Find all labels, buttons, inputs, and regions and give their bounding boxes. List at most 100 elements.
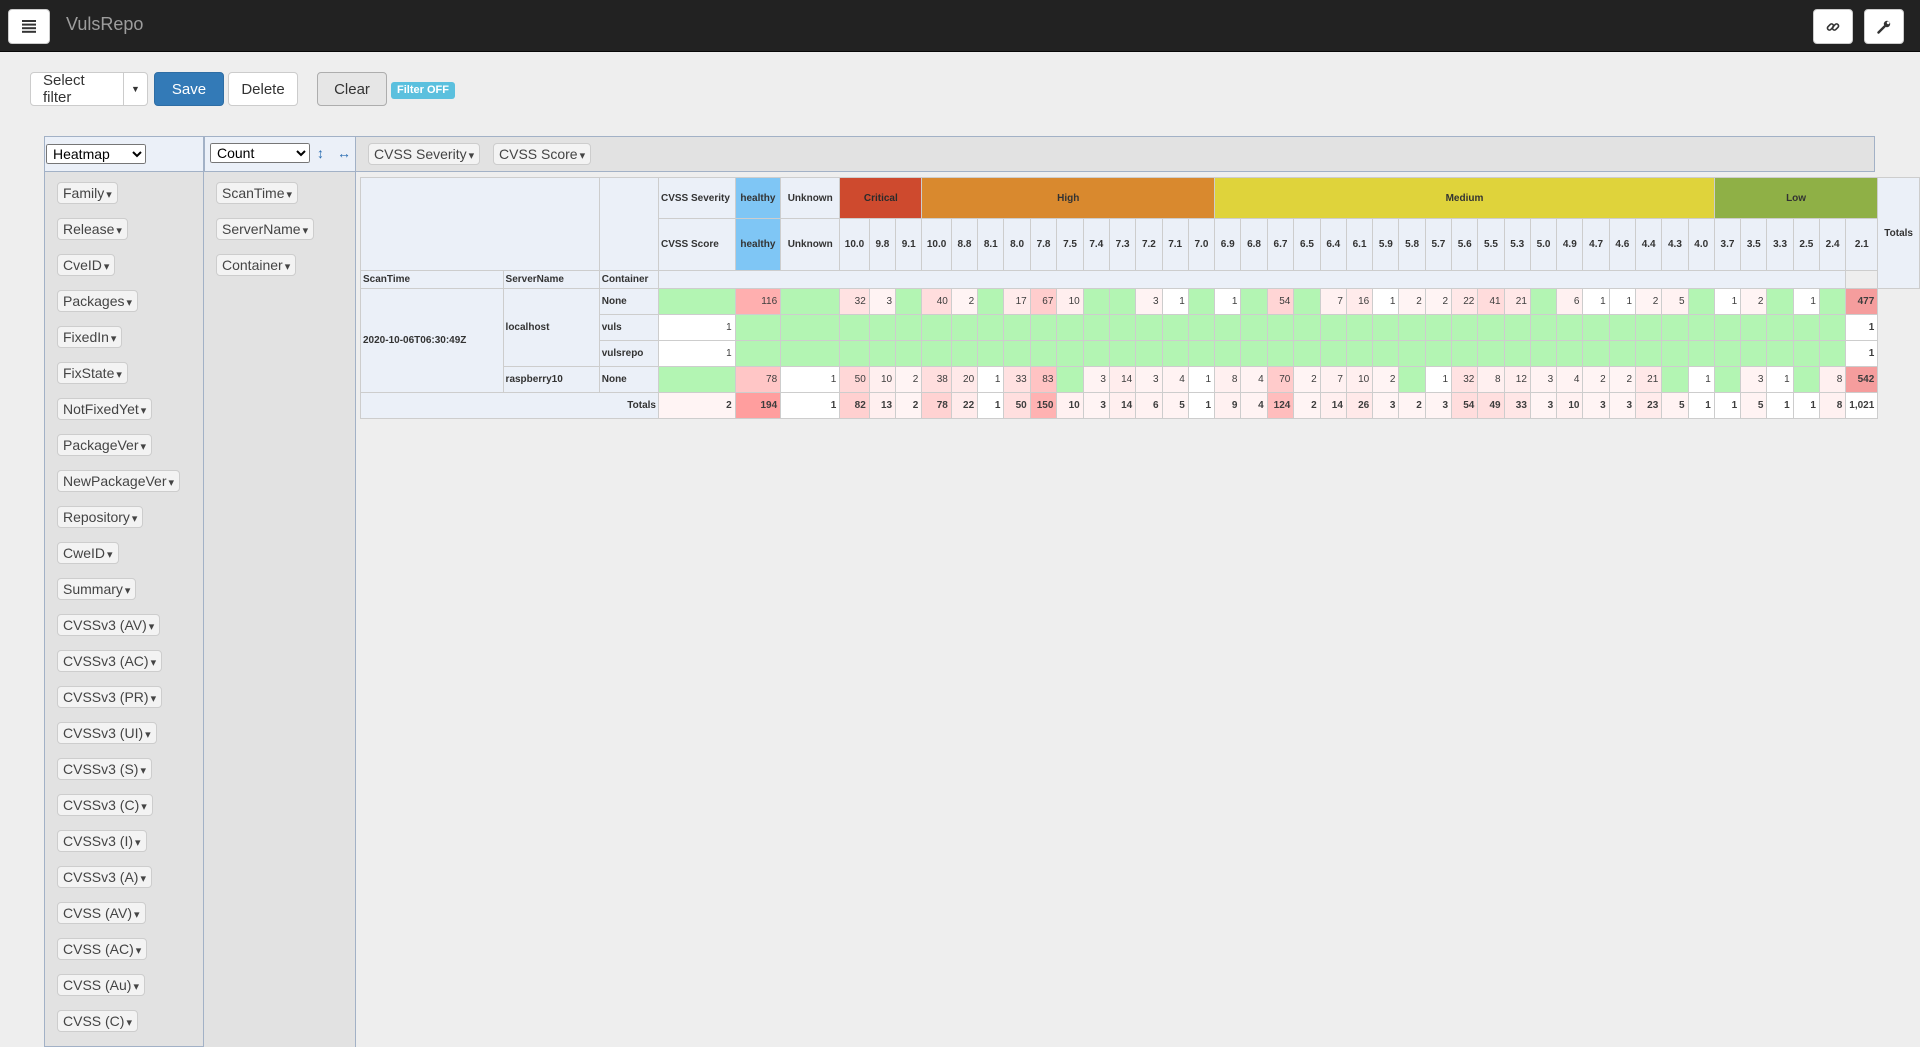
table-cell[interactable] [839,314,870,341]
triangle-down-icon[interactable]: ▾ [106,189,112,201]
table-cell[interactable] [1740,314,1768,341]
col-total-cell[interactable]: 150 [1029,392,1058,419]
attr-cvss-c[interactable]: CVSS (C) ▾ [57,1010,138,1032]
select-filter-button[interactable]: Select filter [30,72,124,106]
table-cell[interactable] [1293,314,1321,341]
col-total-cell[interactable]: 1 [1687,392,1715,419]
table-cell[interactable]: 20 [950,366,979,393]
row-total-cell[interactable]: 477 [1845,288,1879,315]
triangle-down-icon[interactable]: ▾ [580,150,586,162]
menu-button[interactable] [8,9,50,44]
table-cell[interactable] [895,314,923,341]
table-cell[interactable] [1240,314,1268,341]
table-cell[interactable]: 83 [1029,366,1058,393]
table-cell[interactable]: 3 [1082,366,1110,393]
table-cell[interactable]: 17 [1003,288,1031,315]
col-total-cell[interactable]: 1 [1187,392,1216,419]
triangle-down-icon[interactable]: ▾ [111,333,117,345]
grand-total-cell[interactable]: 1,021 [1845,392,1879,419]
table-cell[interactable]: 16 [1345,288,1374,315]
table-cell[interactable]: 2 [1740,288,1768,315]
attr-cvssv3-c[interactable]: CVSSv3 (C) ▾ [57,794,153,816]
attr-servername[interactable]: ServerName ▾ [216,218,315,240]
table-cell[interactable] [868,340,897,367]
table-cell[interactable]: 38 [921,366,952,393]
table-cell[interactable] [1818,340,1847,367]
table-cell[interactable]: 12 [1503,366,1531,393]
col-total-cell[interactable]: 1 [1766,392,1794,419]
table-cell[interactable] [734,314,782,341]
table-cell[interactable]: 1 [1187,366,1216,393]
table-cell[interactable] [1056,366,1084,393]
table-cell[interactable]: 22 [1451,288,1479,315]
table-cell[interactable]: 8 [1818,366,1847,393]
triangle-down-icon[interactable]: ▾ [135,837,141,849]
table-cell[interactable] [1451,340,1479,367]
table-cell[interactable]: 78 [734,366,782,393]
table-cell[interactable] [1608,340,1637,367]
table-cell[interactable]: 1 [658,340,736,367]
table-cell[interactable]: 10 [868,366,897,393]
table-cell[interactable]: 2 [1608,366,1637,393]
table-cell[interactable]: 5 [1661,288,1689,315]
attr-cvssv3-a[interactable]: CVSSv3 (A) ▾ [57,866,152,888]
table-cell[interactable] [950,340,979,367]
col-total-cell[interactable]: 5 [1661,392,1689,419]
table-cell[interactable] [1818,288,1847,315]
table-cell[interactable]: 10 [1345,366,1374,393]
table-cell[interactable] [1135,314,1163,341]
settings-button[interactable] [1864,9,1904,44]
table-cell[interactable]: 1 [1161,288,1189,315]
triangle-down-icon[interactable]: ▾ [126,1017,132,1029]
table-cell[interactable]: 1 [1608,288,1637,315]
table-cell[interactable]: 1 [1766,366,1794,393]
triangle-down-icon[interactable]: ▾ [134,909,140,921]
attr-newpackagever[interactable]: NewPackageVer ▾ [57,470,181,492]
triangle-down-icon[interactable]: ▾ [125,585,131,597]
attr-packagever[interactable]: PackageVer ▾ [57,434,153,456]
table-cell[interactable] [1108,288,1137,315]
table-cell[interactable] [1187,340,1216,367]
table-cell[interactable]: 4 [1240,366,1268,393]
table-cell[interactable] [1635,340,1663,367]
col-total-cell[interactable]: 5 [1161,392,1189,419]
table-cell[interactable]: 54 [1266,288,1295,315]
table-cell[interactable]: 8 [1477,366,1505,393]
save-button[interactable]: Save [154,72,224,106]
col-total-cell[interactable]: 82 [839,392,870,419]
attr-fixstate[interactable]: FixState ▾ [57,362,128,384]
col-total-cell[interactable]: 194 [734,392,782,419]
table-cell[interactable] [1029,314,1058,341]
table-cell[interactable]: 41 [1477,288,1505,315]
table-cell[interactable] [1477,314,1505,341]
table-cell[interactable] [1187,288,1216,315]
table-cell[interactable]: 67 [1029,288,1058,315]
table-cell[interactable]: 14 [1108,366,1137,393]
col-total-cell[interactable]: 6 [1135,392,1163,419]
row-total-cell[interactable]: 542 [1845,366,1879,393]
table-cell[interactable] [977,340,1005,367]
table-cell[interactable] [780,288,841,315]
table-cell[interactable] [1108,340,1137,367]
attr-scantime[interactable]: ScanTime ▾ [216,182,299,204]
col-total-cell[interactable]: 4 [1240,392,1268,419]
table-cell[interactable]: 2 [1372,366,1400,393]
col-total-cell[interactable]: 50 [1003,392,1031,419]
table-cell[interactable]: 3 [1529,366,1558,393]
triangle-down-icon[interactable]: ▾ [133,981,139,993]
table-cell[interactable] [734,340,782,367]
table-cell[interactable]: 21 [1503,288,1531,315]
table-cell[interactable] [1766,314,1794,341]
table-cell[interactable] [1740,340,1768,367]
triangle-down-icon[interactable]: ▾ [285,261,291,273]
table-cell[interactable] [1582,314,1610,341]
table-cell[interactable] [1056,314,1084,341]
table-cell[interactable] [1372,340,1400,367]
table-cell[interactable]: 2 [895,366,923,393]
table-cell[interactable] [1713,366,1742,393]
table-cell[interactable] [1293,340,1321,367]
table-cell[interactable] [1661,366,1689,393]
triangle-down-icon[interactable]: ▾ [132,513,138,525]
table-cell[interactable]: 116 [734,288,782,315]
triangle-down-icon[interactable]: ▾ [126,297,132,309]
